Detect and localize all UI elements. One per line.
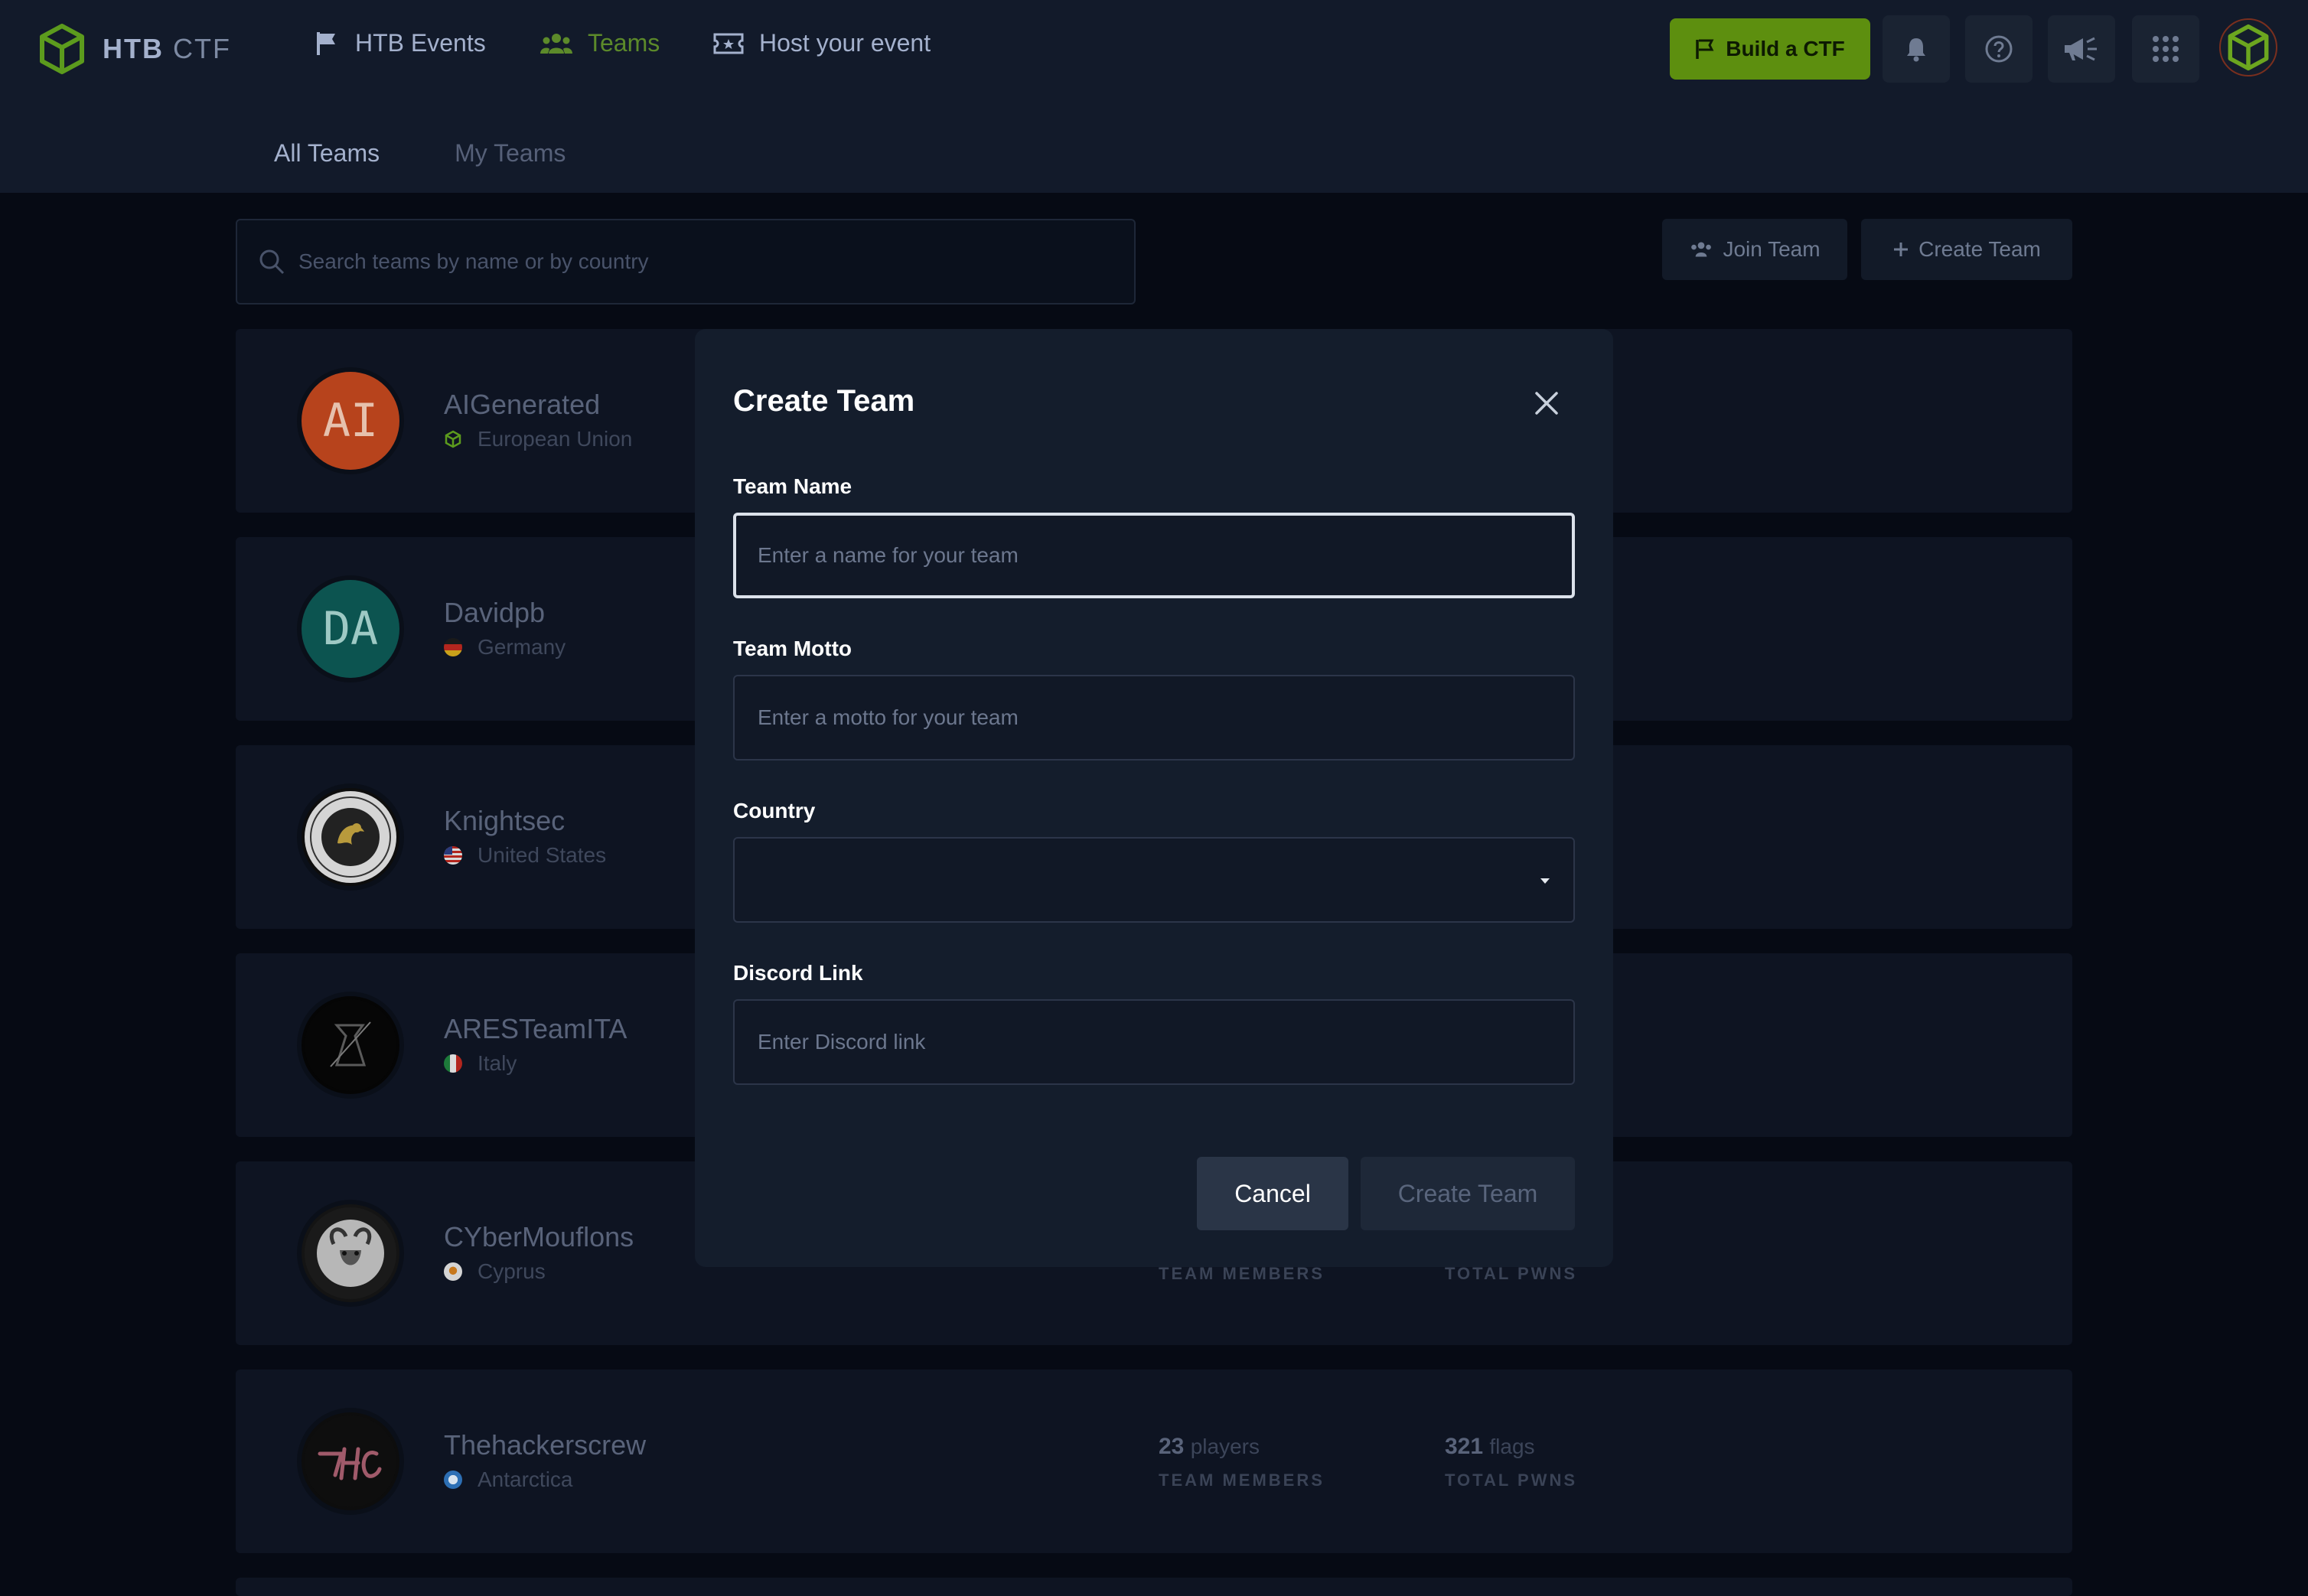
join-team-label: Join Team — [1723, 237, 1821, 261]
ticket-icon — [713, 33, 744, 54]
team-name: Davidpb — [444, 597, 546, 628]
nav-label: HTB Events — [355, 29, 486, 57]
team-avatar — [302, 996, 399, 1094]
ares-logo-icon — [305, 999, 396, 1091]
team-name: Knightsec — [444, 805, 566, 836]
team-country: Antarctica — [444, 1467, 573, 1492]
team-avatar — [302, 1204, 399, 1302]
apps-menu-button[interactable] — [2132, 15, 2199, 83]
country-label: Germany — [478, 635, 566, 659]
flag-outline-icon — [1696, 39, 1714, 59]
us-flag-icon — [444, 846, 462, 865]
country-label: Antarctica — [478, 1467, 573, 1491]
team-motto-label: Team Motto — [733, 637, 852, 660]
team-avatar — [302, 788, 399, 886]
bell-icon — [1907, 38, 1925, 62]
total-pwns-stat: 321 flags TOTAL PWNS — [1445, 1434, 1577, 1490]
modal-title: Create Team — [733, 384, 915, 418]
cancel-button[interactable]: Cancel — [1197, 1157, 1348, 1230]
graffiti-logo-icon — [305, 1415, 396, 1507]
create-team-submit-button[interactable]: Create Team — [1361, 1157, 1575, 1230]
plus-icon — [1894, 243, 1909, 256]
team-row[interactable] — [236, 1578, 2072, 1596]
team-name-input[interactable] — [733, 513, 1575, 598]
discord-link-input[interactable] — [733, 999, 1575, 1085]
italy-flag-icon — [444, 1054, 462, 1073]
nav-label: Teams — [588, 29, 660, 57]
country-label: European Union — [478, 427, 633, 451]
team-name: AIGenerated — [444, 389, 601, 420]
create-team-button[interactable]: Create Team — [1861, 219, 2072, 280]
grid-dots-icon — [2153, 36, 2179, 62]
search-icon — [259, 249, 285, 275]
nav-host-event[interactable]: Host your event — [713, 29, 931, 57]
search-placeholder: Search teams by name or by country — [298, 249, 649, 273]
germany-flag-icon — [444, 638, 462, 656]
team-name: ARESTeamITA — [444, 1013, 628, 1044]
team-avatar — [302, 1412, 399, 1510]
top-navbar: HTB CTF HTB Events Teams Host your event — [0, 0, 2308, 99]
team-country: Germany — [444, 635, 566, 660]
stat-label: TOTAL PWNS — [1445, 1471, 1577, 1490]
team-name: CYberMouflons — [444, 1221, 634, 1252]
users-icon — [540, 33, 572, 54]
tab-my-teams[interactable]: My Teams — [416, 135, 604, 198]
htb-ctf-logo[interactable]: HTB CTF — [38, 23, 231, 75]
nav-label: Host your event — [759, 29, 931, 57]
team-country: European Union — [444, 427, 632, 451]
teams-tabs: All Teams My Teams — [236, 135, 604, 198]
country-select[interactable] — [733, 837, 1575, 923]
mouflon-logo-icon — [305, 1207, 396, 1299]
join-team-button[interactable]: Join Team — [1662, 219, 1847, 280]
team-country: United States — [444, 843, 606, 868]
create-team-modal: Create Team Team Name Team Motto Country… — [695, 329, 1613, 1267]
nav-htb-events[interactable]: HTB Events — [315, 29, 486, 57]
caret-down-icon — [1540, 878, 1550, 884]
team-name-label: Team Name — [733, 474, 852, 498]
team-members-stat: 23 players TEAM MEMBERS — [1159, 1434, 1325, 1490]
team-country: Italy — [444, 1051, 517, 1076]
users-icon — [1691, 242, 1712, 257]
flag-icon — [317, 31, 335, 55]
cyprus-flag-icon — [444, 1262, 462, 1281]
close-button[interactable] — [1531, 387, 1563, 419]
cube-logo-icon — [40, 24, 84, 74]
country-label: Country — [733, 799, 816, 822]
tab-all-teams[interactable]: All Teams — [236, 135, 417, 198]
close-icon — [1535, 392, 1558, 415]
create-team-label: Create Team — [1918, 237, 2041, 261]
stat-value: 321 flags — [1445, 1434, 1535, 1459]
country-label: Cyprus — [478, 1259, 546, 1283]
stat-value: 23 players — [1159, 1434, 1260, 1459]
megaphone-icon — [2065, 37, 2097, 61]
nav-teams[interactable]: Teams — [540, 29, 660, 57]
user-avatar[interactable] — [2219, 18, 2277, 77]
stat-label: TEAM MEMBERS — [1159, 1471, 1325, 1490]
antarctica-flag-icon — [444, 1471, 462, 1489]
help-circle-icon — [1985, 35, 2013, 63]
team-country: Cyprus — [444, 1259, 546, 1284]
team-name: Thehackerscrew — [444, 1429, 647, 1461]
country-label: Italy — [478, 1051, 517, 1075]
team-avatar: DA — [302, 580, 399, 678]
logo-text: HTB CTF — [103, 33, 231, 64]
announcements-button[interactable] — [2048, 15, 2115, 83]
team-avatar: AI — [302, 372, 399, 470]
help-button[interactable] — [1965, 15, 2033, 83]
team-row[interactable]: Thehackerscrew Antarctica 23 players TEA… — [236, 1370, 2072, 1553]
discord-link-label: Discord Link — [733, 961, 863, 985]
build-ctf-button[interactable]: Build a CTF — [1670, 18, 1870, 80]
country-label: United States — [478, 843, 607, 867]
ucf-seal-icon — [305, 791, 396, 883]
build-ctf-label: Build a CTF — [1726, 37, 1845, 60]
eu-cube-icon — [445, 430, 461, 448]
cube-avatar-icon — [2228, 24, 2269, 71]
notifications-button[interactable] — [1883, 15, 1950, 83]
team-search-input[interactable]: Search teams by name or by country — [236, 219, 1136, 305]
team-motto-input[interactable] — [733, 675, 1575, 761]
